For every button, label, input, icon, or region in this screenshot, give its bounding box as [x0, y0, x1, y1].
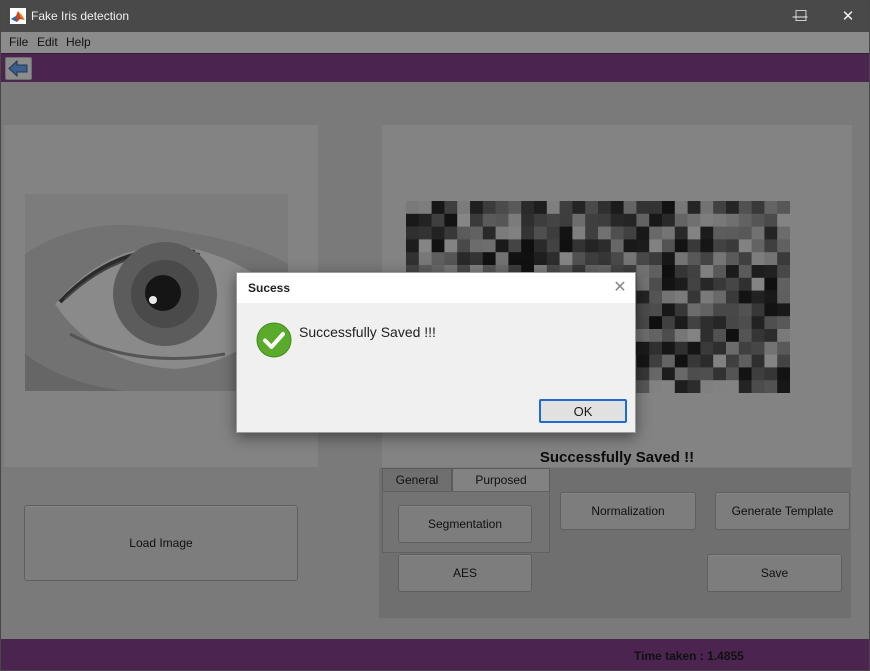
menu-edit[interactable]: Edit	[37, 35, 58, 49]
dialog-title-bar: Sucess ✕	[237, 273, 635, 303]
dialog-close-icon: ✕	[613, 279, 627, 296]
success-dialog: Sucess ✕ Successfully Saved !!! OK	[236, 272, 636, 433]
window-title: Fake Iris detection	[31, 9, 130, 23]
load-image-button[interactable]: Load Image	[24, 505, 298, 581]
close-icon: ✕	[841, 8, 855, 25]
dialog-message: Successfully Saved !!!	[299, 324, 436, 340]
save-label: Save	[760, 566, 789, 580]
segmentation-label: Segmentation	[427, 517, 503, 531]
ok-label: OK	[573, 403, 593, 419]
title-bar: Fake Iris detection — ☐ ✕	[1, 1, 869, 32]
generate-template-button[interactable]: Generate Template	[715, 492, 850, 530]
time-taken-value: 1.4855	[707, 649, 744, 663]
menu-file[interactable]: File	[9, 35, 28, 49]
normalization-label: Normalization	[591, 504, 665, 518]
normalization-button[interactable]: Normalization	[560, 492, 696, 530]
aes-label: AES	[452, 566, 477, 580]
save-button[interactable]: Save	[707, 554, 842, 592]
dialog-close-button[interactable]: ✕	[608, 277, 632, 299]
menu-bar: File Edit Help	[1, 32, 869, 53]
saved-status-label: Successfully Saved !!	[539, 449, 695, 466]
tab-general[interactable]: General	[382, 468, 452, 491]
success-check-icon	[256, 322, 292, 358]
time-taken-label: Time taken :	[634, 649, 704, 663]
menu-help[interactable]: Help	[66, 35, 91, 49]
matlab-logo-icon	[10, 8, 26, 24]
ok-button[interactable]: OK	[539, 399, 627, 423]
status-bar: Time taken : 1.4855	[1, 639, 869, 670]
close-button[interactable]: ✕	[825, 1, 869, 32]
segmentation-button[interactable]: Segmentation	[398, 505, 532, 543]
maximize-icon: ☐	[794, 8, 808, 25]
generate-template-label: Generate Template	[731, 504, 834, 518]
back-button[interactable]	[5, 57, 32, 80]
maximize-button[interactable]: ☐	[778, 1, 824, 32]
tab-purposed-label: Purposed	[475, 473, 527, 487]
dialog-title: Sucess	[248, 281, 291, 295]
load-image-label: Load Image	[129, 536, 193, 550]
aes-button[interactable]: AES	[398, 554, 532, 592]
time-taken: Time taken : 1.4855	[634, 649, 744, 663]
tab-purposed[interactable]: Purposed	[452, 468, 550, 491]
processing-panel: General Purposed	[379, 468, 851, 618]
back-arrow-icon	[8, 59, 28, 78]
app-window: Fake Iris detection — ☐ ✕ File Edit Help	[0, 0, 870, 671]
tab-general-label: General	[395, 473, 439, 487]
toolbar	[1, 53, 869, 82]
